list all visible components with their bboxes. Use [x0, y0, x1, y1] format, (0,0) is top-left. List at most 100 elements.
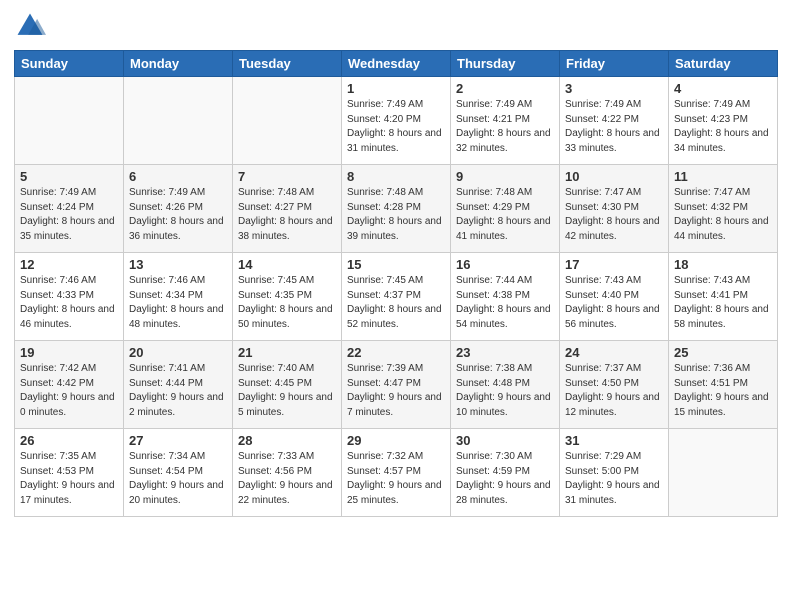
day-cell: 20 Sunrise: 7:41 AMSunset: 4:44 PMDayligh…: [124, 341, 233, 429]
weekday-header-row: SundayMondayTuesdayWednesdayThursdayFrid…: [15, 51, 778, 77]
day-info: Sunrise: 7:35 AMSunset: 4:53 PMDaylight:…: [20, 450, 118, 508]
day-cell: 8 Sunrise: 7:48 AMSunset: 4:28 PMDaylight…: [342, 165, 451, 253]
day-number: 15: [347, 257, 445, 272]
day-cell: 14Sunrise: 7:45 AMSunset: 4:35 PMDayligh…: [233, 253, 342, 341]
day-cell: 21 Sunrise: 7:40 AMSunset: 4:45 PMDayligh…: [233, 341, 342, 429]
weekday-header-monday: Monday: [124, 51, 233, 77]
day-info: Sunrise: 7:48 AMSunset: 4:29 PMDaylight:…: [456, 186, 554, 244]
day-cell: 30Sunrise: 7:30 AMSunset: 4:59 PMDayligh…: [451, 429, 560, 517]
day-cell: 29Sunrise: 7:32 AMSunset: 4:57 PMDayligh…: [342, 429, 451, 517]
day-info: Sunrise: 7:48 AMSunset: 4:27 PMDaylight:…: [238, 186, 336, 244]
day-info: Sunrise: 7:49 AMSunset: 4:21 PMDaylight:…: [456, 98, 554, 156]
day-info: Sunrise: 7:44 AMSunset: 4:38 PMDaylight:…: [456, 274, 554, 332]
day-number: 21: [238, 345, 336, 360]
week-row-4: 19 Sunrise: 7:42 AMSunset: 4:42 PMDayligh…: [15, 341, 778, 429]
day-number: 8: [347, 169, 445, 184]
day-info: Sunrise: 7:49 AMSunset: 4:22 PMDaylight:…: [565, 98, 663, 156]
day-cell: 2 Sunrise: 7:49 AMSunset: 4:21 PMDaylight…: [451, 77, 560, 165]
header: [14, 10, 778, 42]
day-info: Sunrise: 7:46 AMSunset: 4:33 PMDaylight:…: [20, 274, 118, 332]
day-number: 1: [347, 81, 445, 96]
day-number: 14: [238, 257, 336, 272]
day-cell: 27 Sunrise: 7:34 AMSunset: 4:54 PMDayligh…: [124, 429, 233, 517]
weekday-header-saturday: Saturday: [669, 51, 778, 77]
day-cell: [233, 77, 342, 165]
day-info: Sunrise: 7:41 AMSunset: 4:44 PMDaylight:…: [129, 362, 227, 420]
day-info: Sunrise: 7:39 AMSunset: 4:47 PMDaylight:…: [347, 362, 445, 420]
day-number: 4: [674, 81, 772, 96]
day-number: 6: [129, 169, 227, 184]
day-number: 3: [565, 81, 663, 96]
week-row-2: 5 Sunrise: 7:49 AMSunset: 4:24 PMDaylight…: [15, 165, 778, 253]
weekday-header-wednesday: Wednesday: [342, 51, 451, 77]
day-info: Sunrise: 7:34 AMSunset: 4:54 PMDaylight:…: [129, 450, 227, 508]
day-cell: 13 Sunrise: 7:46 AMSunset: 4:34 PMDayligh…: [124, 253, 233, 341]
day-cell: 28 Sunrise: 7:33 AMSunset: 4:56 PMDayligh…: [233, 429, 342, 517]
day-number: 17: [565, 257, 663, 272]
day-info: Sunrise: 7:49 AMSunset: 4:26 PMDaylight:…: [129, 186, 227, 244]
calendar-table: SundayMondayTuesdayWednesdayThursdayFrid…: [14, 50, 778, 517]
day-cell: 23Sunrise: 7:38 AMSunset: 4:48 PMDayligh…: [451, 341, 560, 429]
day-info: Sunrise: 7:48 AMSunset: 4:28 PMDaylight:…: [347, 186, 445, 244]
day-info: Sunrise: 7:29 AMSunset: 5:00 PMDaylight:…: [565, 450, 663, 508]
day-number: 13: [129, 257, 227, 272]
day-cell: 7 Sunrise: 7:48 AMSunset: 4:27 PMDaylight…: [233, 165, 342, 253]
day-number: 29: [347, 433, 445, 448]
day-cell: [669, 429, 778, 517]
day-cell: 18 Sunrise: 7:43 AMSunset: 4:41 PMDayligh…: [669, 253, 778, 341]
day-cell: 22Sunrise: 7:39 AMSunset: 4:47 PMDayligh…: [342, 341, 451, 429]
day-info: Sunrise: 7:43 AMSunset: 4:40 PMDaylight:…: [565, 274, 663, 332]
day-cell: 4 Sunrise: 7:49 AMSunset: 4:23 PMDaylight…: [669, 77, 778, 165]
day-cell: 17 Sunrise: 7:43 AMSunset: 4:40 PMDayligh…: [560, 253, 669, 341]
day-number: 5: [20, 169, 118, 184]
day-cell: 24 Sunrise: 7:37 AMSunset: 4:50 PMDayligh…: [560, 341, 669, 429]
day-number: 28: [238, 433, 336, 448]
day-info: Sunrise: 7:38 AMSunset: 4:48 PMDaylight:…: [456, 362, 554, 420]
weekday-header-friday: Friday: [560, 51, 669, 77]
logo-icon: [14, 10, 46, 42]
logo: [14, 10, 50, 42]
day-info: Sunrise: 7:49 AMSunset: 4:23 PMDaylight:…: [674, 98, 772, 156]
day-info: Sunrise: 7:33 AMSunset: 4:56 PMDaylight:…: [238, 450, 336, 508]
week-row-1: 1 Sunrise: 7:49 AMSunset: 4:20 PMDaylight…: [15, 77, 778, 165]
day-number: 2: [456, 81, 554, 96]
day-number: 9: [456, 169, 554, 184]
day-info: Sunrise: 7:42 AMSunset: 4:42 PMDaylight:…: [20, 362, 118, 420]
day-info: Sunrise: 7:36 AMSunset: 4:51 PMDaylight:…: [674, 362, 772, 420]
day-cell: 16 Sunrise: 7:44 AMSunset: 4:38 PMDayligh…: [451, 253, 560, 341]
day-info: Sunrise: 7:49 AMSunset: 4:24 PMDaylight:…: [20, 186, 118, 244]
day-cell: 5 Sunrise: 7:49 AMSunset: 4:24 PMDaylight…: [15, 165, 124, 253]
day-cell: [124, 77, 233, 165]
day-cell: 19 Sunrise: 7:42 AMSunset: 4:42 PMDayligh…: [15, 341, 124, 429]
day-number: 18: [674, 257, 772, 272]
page: SundayMondayTuesdayWednesdayThursdayFrid…: [0, 0, 792, 612]
day-cell: [15, 77, 124, 165]
day-number: 31: [565, 433, 663, 448]
weekday-header-sunday: Sunday: [15, 51, 124, 77]
day-cell: 1 Sunrise: 7:49 AMSunset: 4:20 PMDaylight…: [342, 77, 451, 165]
day-info: Sunrise: 7:46 AMSunset: 4:34 PMDaylight:…: [129, 274, 227, 332]
day-cell: 6 Sunrise: 7:49 AMSunset: 4:26 PMDaylight…: [124, 165, 233, 253]
day-cell: 9 Sunrise: 7:48 AMSunset: 4:29 PMDaylight…: [451, 165, 560, 253]
day-number: 10: [565, 169, 663, 184]
day-cell: 3 Sunrise: 7:49 AMSunset: 4:22 PMDaylight…: [560, 77, 669, 165]
day-cell: 31 Sunrise: 7:29 AMSunset: 5:00 PMDayligh…: [560, 429, 669, 517]
day-info: Sunrise: 7:40 AMSunset: 4:45 PMDaylight:…: [238, 362, 336, 420]
weekday-header-thursday: Thursday: [451, 51, 560, 77]
day-info: Sunrise: 7:43 AMSunset: 4:41 PMDaylight:…: [674, 274, 772, 332]
day-info: Sunrise: 7:47 AMSunset: 4:32 PMDaylight:…: [674, 186, 772, 244]
day-number: 20: [129, 345, 227, 360]
day-number: 30: [456, 433, 554, 448]
day-cell: 12Sunrise: 7:46 AMSunset: 4:33 PMDayligh…: [15, 253, 124, 341]
day-info: Sunrise: 7:37 AMSunset: 4:50 PMDaylight:…: [565, 362, 663, 420]
day-info: Sunrise: 7:49 AMSunset: 4:20 PMDaylight:…: [347, 98, 445, 156]
day-number: 27: [129, 433, 227, 448]
day-cell: 26 Sunrise: 7:35 AMSunset: 4:53 PMDayligh…: [15, 429, 124, 517]
day-cell: 10Sunrise: 7:47 AMSunset: 4:30 PMDayligh…: [560, 165, 669, 253]
day-number: 16: [456, 257, 554, 272]
day-number: 19: [20, 345, 118, 360]
day-number: 7: [238, 169, 336, 184]
day-number: 24: [565, 345, 663, 360]
day-number: 26: [20, 433, 118, 448]
weekday-header-tuesday: Tuesday: [233, 51, 342, 77]
